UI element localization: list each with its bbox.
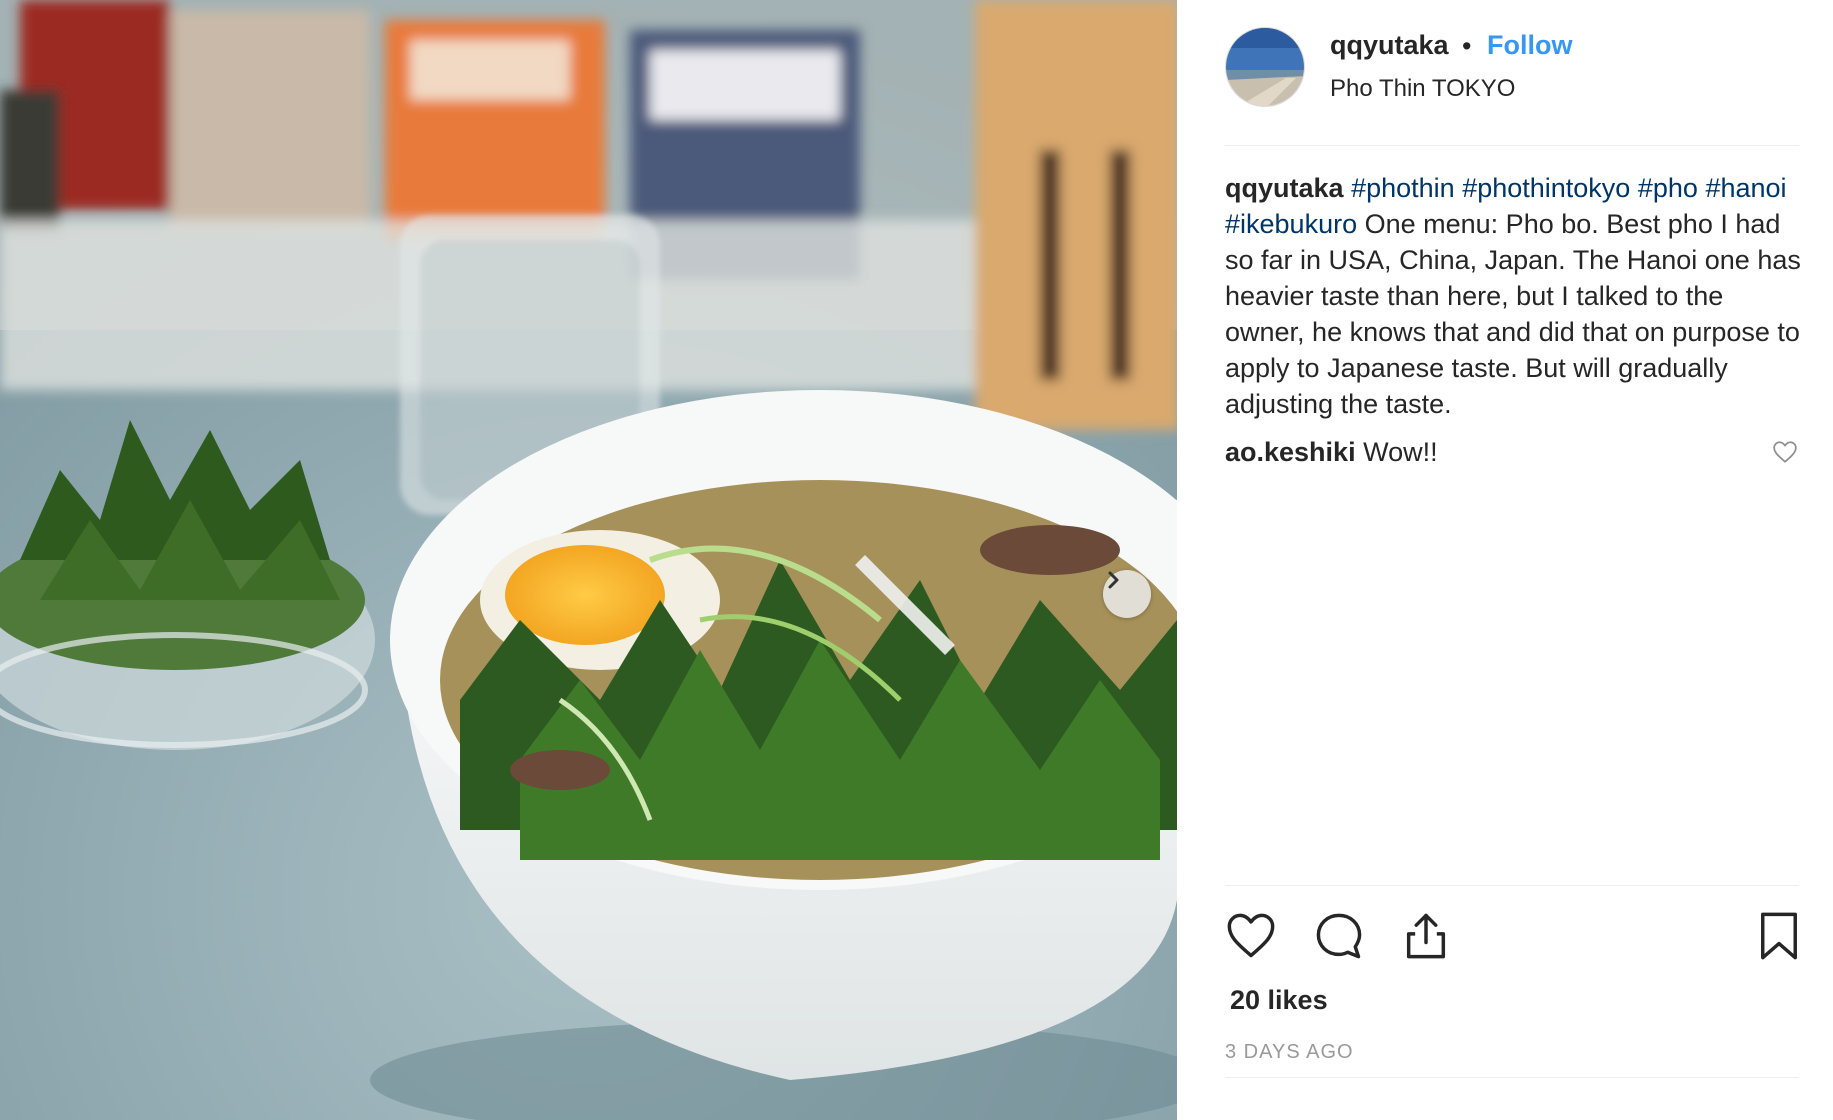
bookmark-icon bbox=[1761, 912, 1797, 960]
comment-item: ao.keshiki Wow!! bbox=[1225, 434, 1785, 470]
hashtag-link[interactable]: #ikebukuro bbox=[1225, 209, 1357, 239]
post-side-panel: qqyutaka • Follow Pho Thin TOKYO qqyutak… bbox=[1177, 0, 1833, 1120]
heart-icon bbox=[1773, 441, 1797, 463]
hashtag-link[interactable]: #phothintokyo bbox=[1462, 173, 1630, 203]
chevron-right-icon bbox=[1108, 571, 1119, 589]
avatar[interactable] bbox=[1225, 27, 1305, 107]
hashtag-link[interactable]: #phothin bbox=[1351, 173, 1455, 203]
save-button[interactable] bbox=[1753, 910, 1805, 962]
speech-bubble-icon bbox=[1316, 913, 1362, 959]
post-caption: qqyutaka #phothin #phothintokyo #pho #ha… bbox=[1225, 170, 1805, 422]
actions-divider bbox=[1225, 885, 1799, 886]
pho-bowl-photo bbox=[0, 0, 1177, 1120]
heart-icon bbox=[1227, 913, 1275, 958]
hashtag-link[interactable]: #pho bbox=[1638, 173, 1698, 203]
beach-avatar-image bbox=[1226, 28, 1304, 106]
comment-button[interactable] bbox=[1313, 910, 1365, 962]
share-icon bbox=[1406, 913, 1446, 959]
next-photo-button[interactable] bbox=[1103, 570, 1151, 618]
caption-text: One menu: Pho bo. Best pho I had so far … bbox=[1225, 209, 1801, 419]
comment-username[interactable]: ao.keshiki bbox=[1225, 437, 1356, 467]
likes-count[interactable]: 20 likes bbox=[1230, 985, 1328, 1016]
like-button[interactable] bbox=[1225, 910, 1277, 962]
post-username[interactable]: qqyutaka bbox=[1330, 30, 1449, 61]
hashtag-link[interactable]: #hanoi bbox=[1705, 173, 1786, 203]
comment-text: Wow!! bbox=[1363, 437, 1438, 467]
header-divider bbox=[1225, 145, 1799, 146]
post-actions bbox=[1225, 910, 1805, 966]
comment-like-button[interactable] bbox=[1772, 440, 1798, 464]
share-button[interactable] bbox=[1400, 910, 1452, 962]
post-timestamp[interactable]: 3 DAYS AGO bbox=[1225, 1041, 1354, 1064]
follow-button[interactable]: Follow bbox=[1487, 30, 1572, 61]
caption-username[interactable]: qqyutaka bbox=[1225, 173, 1344, 203]
post-location[interactable]: Pho Thin TOKYO bbox=[1330, 75, 1515, 103]
separator-dot: • bbox=[1462, 31, 1472, 61]
post-photo[interactable] bbox=[0, 0, 1177, 1120]
bottom-divider bbox=[1225, 1077, 1799, 1078]
